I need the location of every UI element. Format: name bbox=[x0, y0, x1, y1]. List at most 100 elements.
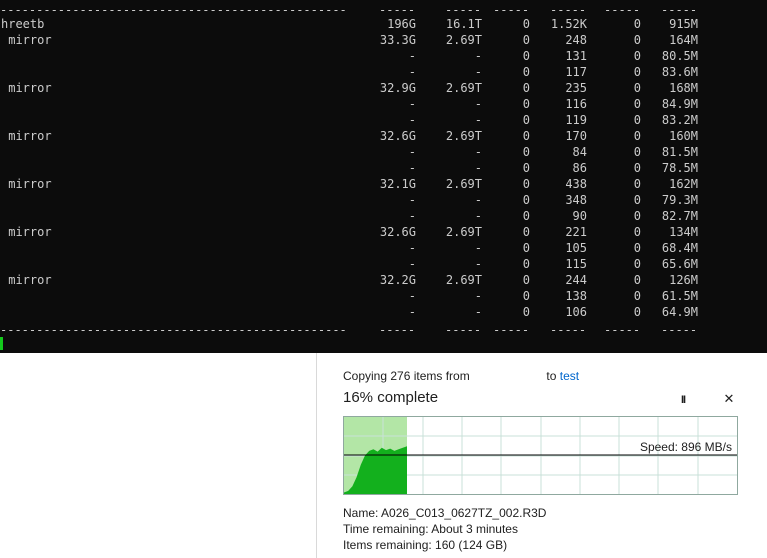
col-free: 2.69T bbox=[445, 177, 482, 191]
col-free: 16.1T bbox=[445, 17, 482, 31]
terminal-window[interactable]: ----------------------------------------… bbox=[0, 0, 767, 353]
col-read-bw: 0 bbox=[633, 33, 641, 47]
col-read-bw: 0 bbox=[633, 145, 641, 159]
pool-row: - - 0 348 0 79.3M bbox=[0, 192, 767, 208]
col-read-bw: 0 bbox=[633, 241, 641, 255]
col-write-ops: 1.52K bbox=[550, 17, 587, 31]
col-write-ops: 248 bbox=[565, 33, 587, 47]
col-write-ops: 106 bbox=[565, 305, 587, 319]
col-write-ops: 235 bbox=[565, 81, 587, 95]
col-write-bw: 126M bbox=[669, 273, 698, 287]
col-free: 2.69T bbox=[445, 129, 482, 143]
col-read-bw: 0 bbox=[633, 17, 641, 31]
speed-graph-canvas bbox=[344, 417, 737, 494]
col-write-ops: 244 bbox=[565, 273, 587, 287]
col-write-ops: 131 bbox=[565, 49, 587, 63]
time-value: About 3 minutes bbox=[431, 522, 518, 536]
separator-col: ----- bbox=[604, 323, 641, 337]
col-read-bw: 0 bbox=[633, 273, 641, 287]
col-alloc: 32.6G bbox=[379, 129, 416, 143]
pool-row: mirror 32.1G 2.69T 0 438 0 162M bbox=[0, 176, 767, 192]
col-free: - bbox=[474, 241, 482, 255]
col-write-bw: 84.9M bbox=[661, 97, 698, 111]
close-button[interactable]: ✕ bbox=[722, 391, 736, 407]
col-write-bw: 160M bbox=[669, 129, 698, 143]
col-write-ops: 438 bbox=[565, 177, 587, 191]
pool-row: mirror 32.2G 2.69T 0 244 0 126M bbox=[0, 272, 767, 288]
col-write-bw: 168M bbox=[669, 81, 698, 95]
col-read-bw: 0 bbox=[633, 113, 641, 127]
progress-title: 16% complete bbox=[343, 389, 439, 406]
col-read-bw: 0 bbox=[633, 305, 641, 319]
col-write-ops: 84 bbox=[572, 145, 587, 159]
col-free: - bbox=[474, 113, 482, 127]
source-redacted bbox=[473, 370, 544, 383]
speed-label: Speed: 896 MB/s bbox=[639, 440, 732, 454]
col-write-bw: 82.7M bbox=[661, 209, 698, 223]
col-free: - bbox=[474, 65, 482, 79]
col-read-bw: 0 bbox=[633, 193, 641, 207]
pool-name: mirror bbox=[1, 81, 52, 95]
separator-col: ----- bbox=[379, 323, 416, 337]
name-label: Name: bbox=[343, 506, 379, 520]
name-row: Name: A026_C013_0627TZ_002.R3D bbox=[343, 506, 546, 520]
pool-name: mirror bbox=[1, 225, 52, 239]
pool-row: - - 0 86 0 78.5M bbox=[0, 160, 767, 176]
col-read-bw: 0 bbox=[633, 129, 641, 143]
col-read-ops: 0 bbox=[522, 113, 530, 127]
col-free: - bbox=[474, 209, 482, 223]
col-free: - bbox=[474, 97, 482, 111]
col-read-bw: 0 bbox=[633, 177, 641, 191]
pause-button[interactable]: II bbox=[676, 391, 690, 406]
col-free: - bbox=[474, 289, 482, 303]
col-read-ops: 0 bbox=[522, 97, 530, 111]
time-label: Time remaining: bbox=[343, 522, 429, 536]
col-free: - bbox=[474, 49, 482, 63]
separator-col: ----- bbox=[661, 323, 698, 337]
pool-row: - - 0 116 0 84.9M bbox=[0, 96, 767, 112]
copy-to-text: to bbox=[546, 369, 557, 383]
col-read-bw: 0 bbox=[633, 161, 641, 175]
col-read-ops: 0 bbox=[522, 17, 530, 31]
col-alloc: 32.9G bbox=[379, 81, 416, 95]
col-read-bw: 0 bbox=[633, 209, 641, 223]
col-read-ops: 0 bbox=[522, 209, 530, 223]
col-write-ops: 221 bbox=[565, 225, 587, 239]
pool-row: - - 0 115 0 65.6M bbox=[0, 256, 767, 272]
pool-row: hreetb 196G 16.1T 0 1.52K 0 915M bbox=[0, 16, 767, 32]
col-read-ops: 0 bbox=[522, 257, 530, 271]
col-alloc: 196G bbox=[387, 17, 416, 31]
col-free: 2.69T bbox=[445, 225, 482, 239]
col-write-bw: 162M bbox=[669, 177, 698, 191]
separator-line: ----------------------------------------… bbox=[0, 322, 767, 338]
col-free: 2.69T bbox=[445, 81, 482, 95]
col-write-ops: 119 bbox=[565, 113, 587, 127]
col-write-bw: 80.5M bbox=[661, 49, 698, 63]
col-read-ops: 0 bbox=[522, 177, 530, 191]
col-alloc: - bbox=[408, 97, 416, 111]
pool-row: - - 0 119 0 83.2M bbox=[0, 112, 767, 128]
separator-col: ----- bbox=[493, 323, 530, 337]
pool-row: - - 0 90 0 82.7M bbox=[0, 208, 767, 224]
items-row: Items remaining: 160 (124 GB) bbox=[343, 538, 507, 552]
col-write-bw: 79.3M bbox=[661, 193, 698, 207]
col-free: - bbox=[474, 145, 482, 159]
pool-row: - - 0 84 0 81.5M bbox=[0, 144, 767, 160]
pool-name: mirror bbox=[1, 33, 52, 47]
col-write-ops: 86 bbox=[572, 161, 587, 175]
items-value: 160 (124 GB) bbox=[435, 538, 508, 552]
col-write-bw: 134M bbox=[669, 225, 698, 239]
col-read-ops: 0 bbox=[522, 289, 530, 303]
col-free: - bbox=[474, 305, 482, 319]
pool-row: mirror 32.6G 2.69T 0 170 0 160M bbox=[0, 128, 767, 144]
col-write-bw: 65.6M bbox=[661, 257, 698, 271]
col-write-bw: 83.2M bbox=[661, 113, 698, 127]
col-read-ops: 0 bbox=[522, 81, 530, 95]
name-value: A026_C013_0627TZ_002.R3D bbox=[381, 506, 547, 520]
destination-link[interactable]: test bbox=[560, 369, 579, 383]
copy-summary: Copying 276 items from to test bbox=[343, 369, 579, 383]
pool-row: mirror 33.3G 2.69T 0 248 0 164M bbox=[0, 32, 767, 48]
col-write-ops: 138 bbox=[565, 289, 587, 303]
pause-icon: II bbox=[680, 394, 686, 406]
col-write-ops: 116 bbox=[565, 97, 587, 111]
